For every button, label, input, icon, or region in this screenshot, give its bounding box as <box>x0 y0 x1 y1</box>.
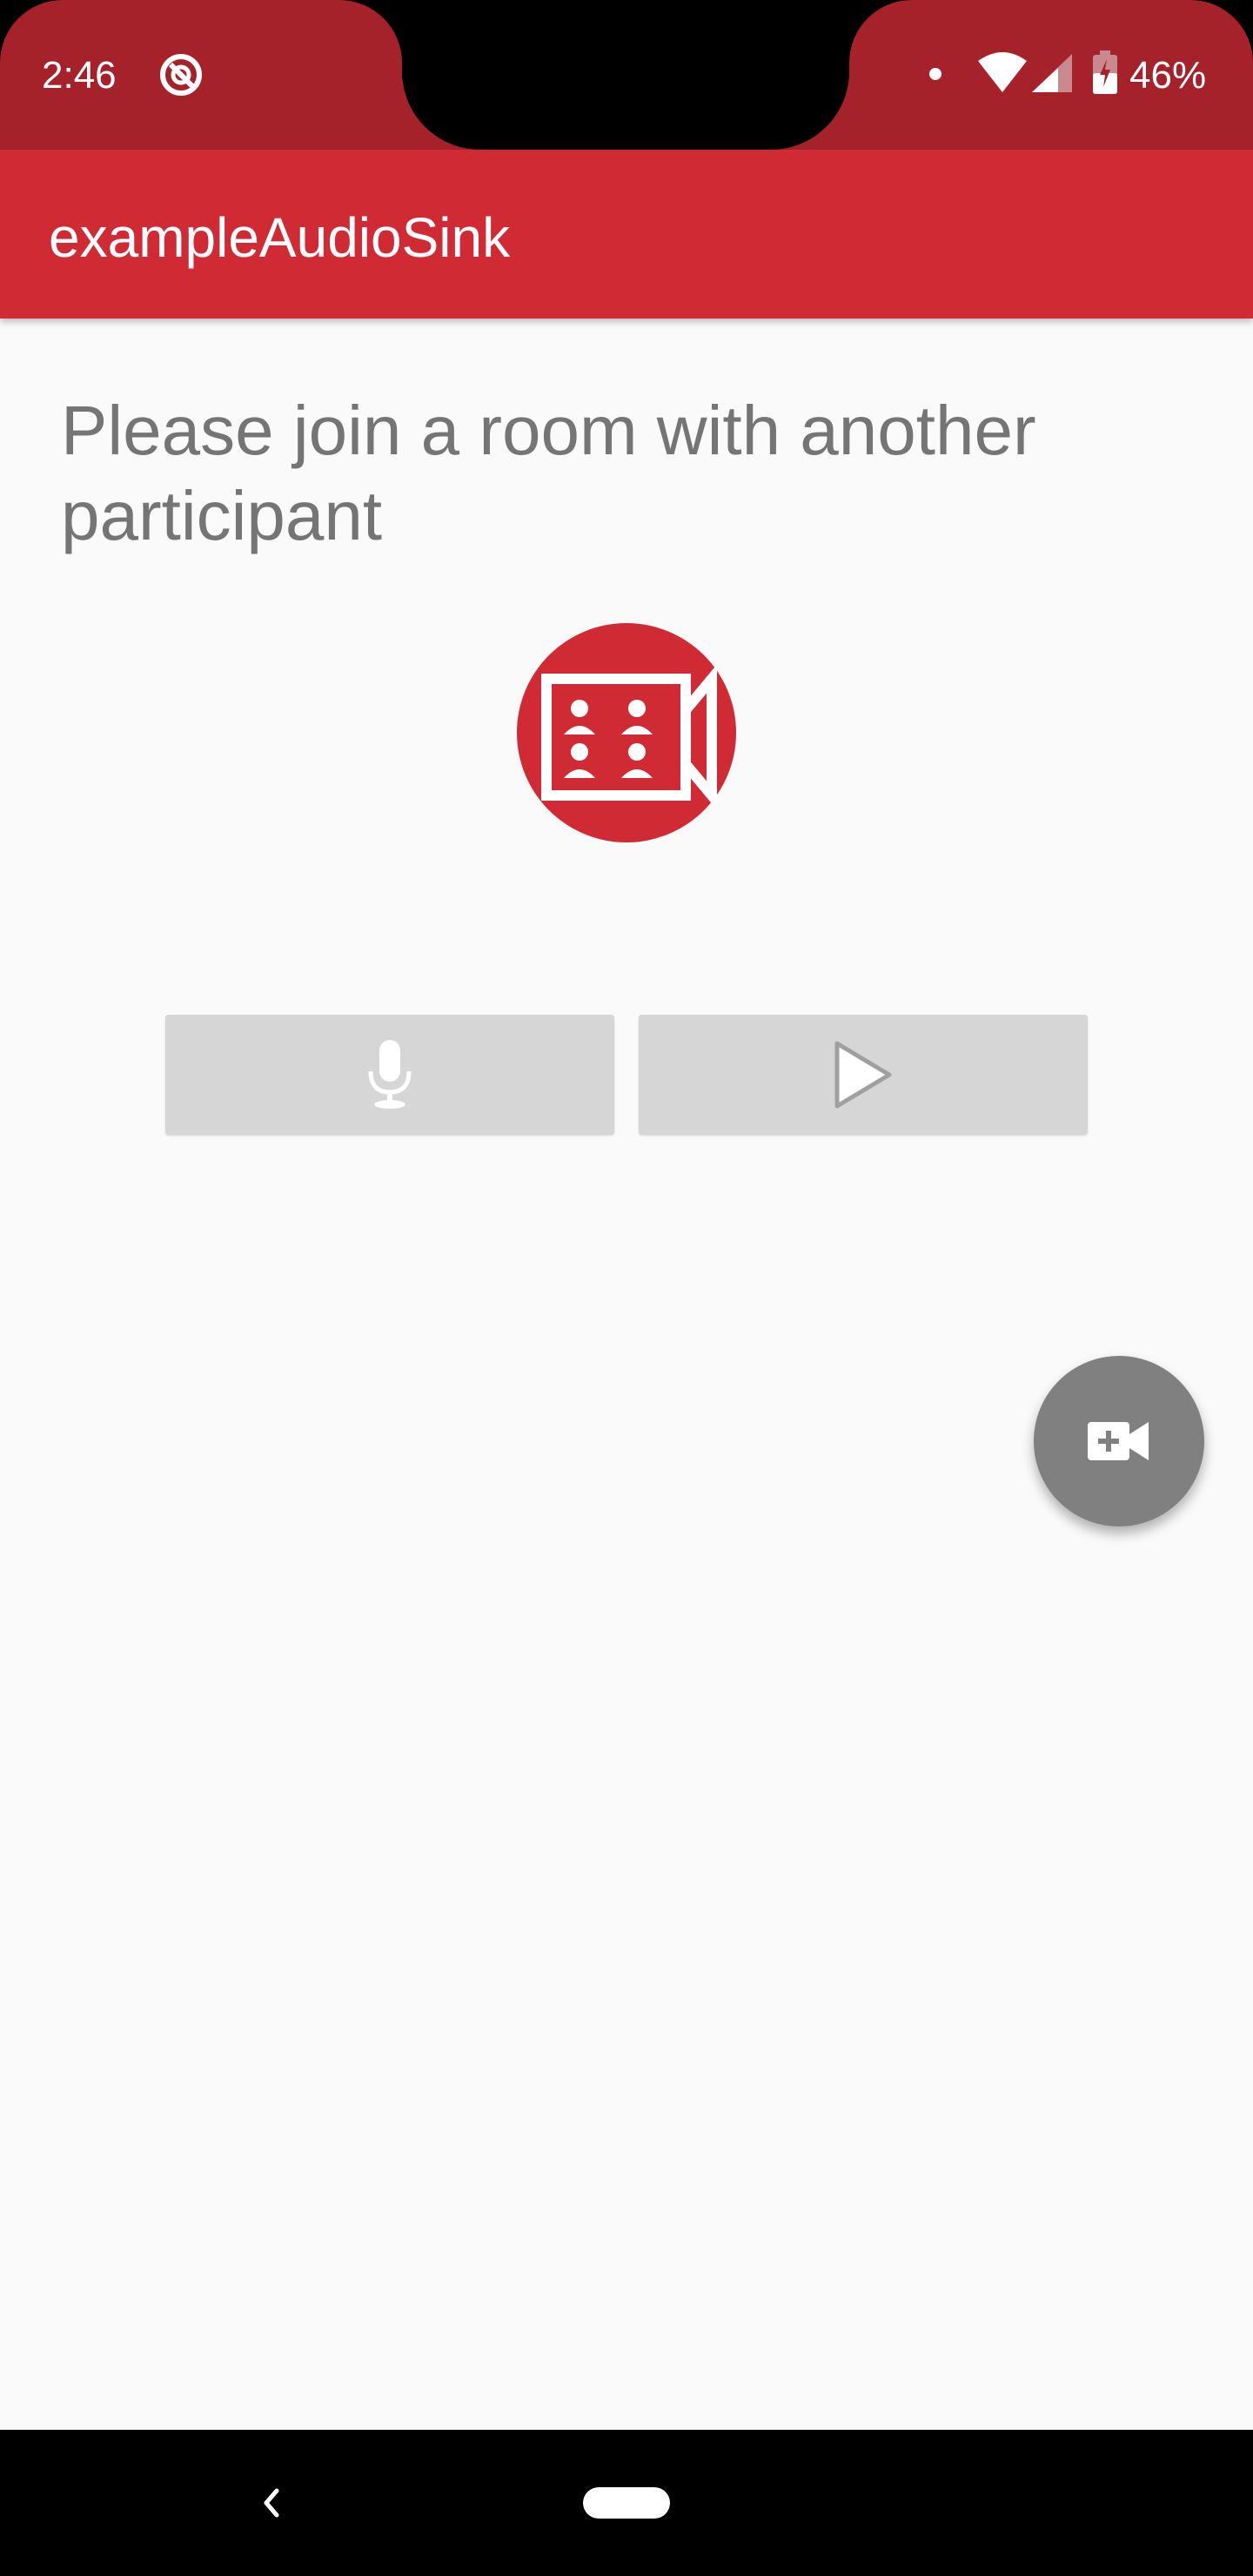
display-notch <box>559 0 693 150</box>
microphone-button[interactable] <box>165 1015 614 1135</box>
notch-curve-left <box>402 0 559 150</box>
navigation-bar <box>0 2430 1253 2576</box>
notch-curve-right <box>693 0 849 150</box>
app-title: exampleAudioSink <box>49 206 511 269</box>
join-room-prompt: Please join a room with another particip… <box>61 392 1036 554</box>
video-call-fab[interactable] <box>1034 1356 1204 1526</box>
battery-charging-icon <box>1093 50 1117 98</box>
back-icon[interactable] <box>256 2475 287 2535</box>
do-not-disturb-icon <box>158 52 204 102</box>
home-pill-icon[interactable] <box>583 2487 670 2519</box>
notification-dot-icon <box>929 68 941 80</box>
play-button[interactable] <box>639 1015 1088 1135</box>
app-bar: exampleAudioSink <box>0 150 1253 319</box>
cell-signal-icon <box>1032 54 1072 97</box>
battery-percentage: 46% <box>1129 54 1207 97</box>
status-bar: 2:46 46% <box>0 0 1253 150</box>
status-time: 2:46 <box>42 54 117 97</box>
video-room-icon <box>517 623 736 842</box>
wifi-icon <box>978 52 1027 97</box>
